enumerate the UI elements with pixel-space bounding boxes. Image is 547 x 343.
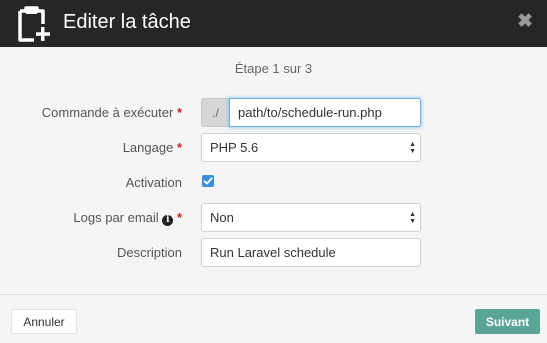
cancel-button[interactable]: Annuler bbox=[11, 309, 77, 334]
language-select[interactable]: PHP 5.6 ▲ ▼ bbox=[201, 133, 421, 162]
command-label: Commande à exécuter * bbox=[42, 105, 182, 120]
description-input-value: Run Laravel schedule bbox=[210, 245, 336, 260]
modal-body: Étape 1 sur 3 Commande à exécuter * ./ p… bbox=[0, 47, 547, 294]
close-icon[interactable]: ✖ bbox=[517, 12, 533, 32]
email-logs-label: Logs par email i * bbox=[73, 210, 182, 226]
description-label: Description bbox=[117, 245, 182, 260]
select-arrows-icon: ▲ ▼ bbox=[409, 140, 416, 155]
info-icon[interactable]: i bbox=[162, 215, 174, 226]
step-indicator: Étape 1 sur 3 bbox=[234, 61, 313, 76]
modal-title: Editer la tâche bbox=[63, 11, 191, 33]
description-input[interactable]: Run Laravel schedule bbox=[201, 238, 421, 267]
activation-label-text: Activation bbox=[125, 175, 182, 190]
activation-label: Activation bbox=[126, 175, 182, 190]
clipboard-plus-icon bbox=[18, 6, 50, 42]
checkmark-icon bbox=[203, 177, 213, 185]
language-select-value: PHP 5.6 bbox=[210, 140, 259, 155]
email-logs-required-mark: * bbox=[176, 210, 182, 225]
email-logs-select-value: Non bbox=[210, 210, 234, 225]
activation-checkbox[interactable] bbox=[202, 175, 214, 187]
command-required-mark: * bbox=[176, 105, 182, 120]
language-label: Langage * bbox=[123, 140, 182, 155]
command-input-value: path/to/schedule-run.php bbox=[238, 105, 382, 120]
modal-header: Editer la tâche ✖ bbox=[0, 0, 547, 47]
command-input[interactable]: path/to/schedule-run.php bbox=[229, 98, 421, 127]
email-logs-label-text: Logs par email bbox=[73, 210, 159, 225]
language-label-text: Langage bbox=[122, 140, 174, 155]
email-logs-select[interactable]: Non ▲ ▼ bbox=[201, 203, 421, 232]
description-label-text: Description bbox=[116, 245, 182, 260]
command-prefix-addon: ./ bbox=[201, 98, 229, 127]
language-required-mark: * bbox=[176, 140, 182, 155]
next-button[interactable]: Suivant bbox=[475, 309, 540, 334]
select-arrows-icon: ▲ ▼ bbox=[409, 210, 416, 225]
modal-footer: Annuler Suivant bbox=[0, 294, 547, 343]
command-label-text: Commande à exécuter bbox=[41, 105, 174, 120]
